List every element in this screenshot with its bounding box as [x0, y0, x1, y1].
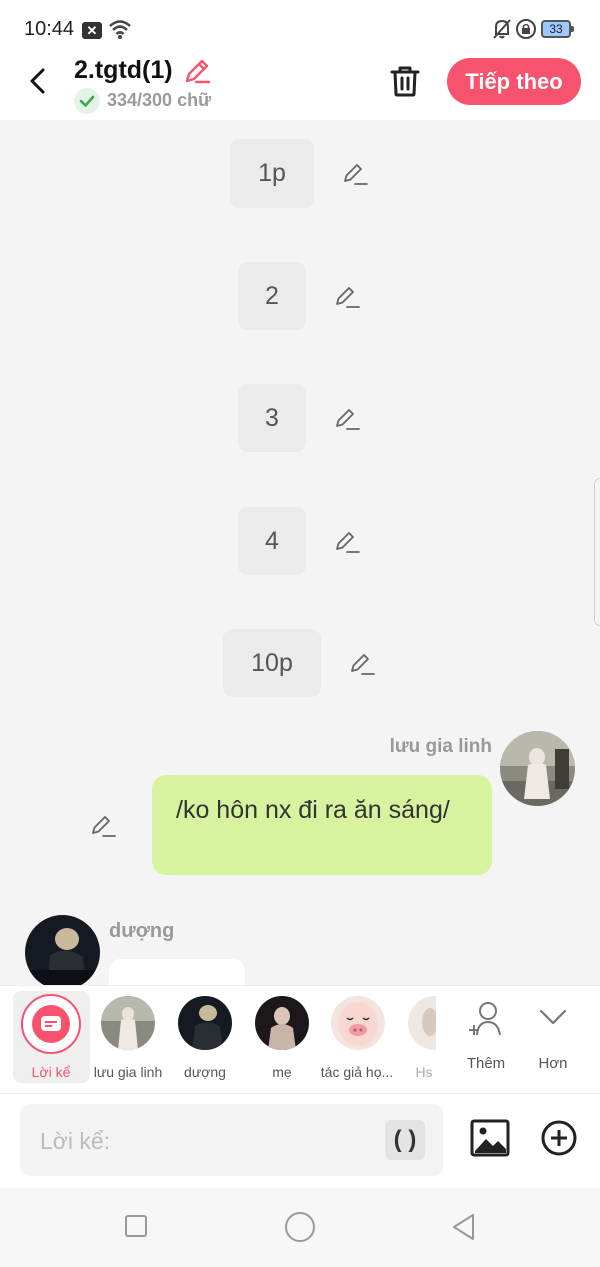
chevron-down-icon[interactable] [538, 1006, 568, 1028]
rotation-lock-icon [516, 19, 536, 39]
recents-square-icon[interactable] [125, 1215, 147, 1237]
character-label: mẹ [272, 1064, 292, 1080]
narration-bubble[interactable]: 10p [223, 629, 321, 697]
narrator-icon [32, 1005, 70, 1043]
mute-bell-icon [493, 19, 511, 39]
status-time: 10:44 [24, 18, 75, 40]
back-arrow-icon[interactable] [24, 64, 54, 98]
story-title: 2.tgtd(1) [74, 56, 173, 84]
battery-tip [571, 26, 574, 32]
home-circle-icon[interactable] [285, 1212, 315, 1242]
add-character-label[interactable]: Thêm [458, 1055, 514, 1072]
add-character-icon[interactable] [466, 1000, 508, 1042]
character-narrator[interactable] [21, 994, 81, 1054]
check-icon [74, 88, 100, 114]
character-label: tác giả họ... [320, 1064, 394, 1080]
sender-name: lưu gia linh [389, 736, 492, 757]
edit-pencil-icon[interactable] [334, 283, 360, 309]
edit-pencil-icon[interactable] [342, 160, 368, 186]
wifi-icon [109, 20, 131, 39]
edit-pencil-icon[interactable] [334, 528, 360, 554]
avatar[interactable] [25, 915, 100, 990]
more-label[interactable]: Hơn [526, 1055, 580, 1072]
character-label: lưu gia linh [93, 1064, 163, 1080]
avatar[interactable] [500, 731, 575, 806]
character-label: Hs [415, 1064, 433, 1080]
trash-icon[interactable] [386, 62, 424, 100]
narration-bubble[interactable]: 3 [238, 384, 306, 452]
narration-bubble[interactable]: 4 [238, 507, 306, 575]
edge-handle[interactable] [594, 478, 600, 626]
notification-x-icon: ✕ [82, 22, 102, 39]
character-label: Lời kể [31, 1064, 71, 1080]
edit-pencil-icon[interactable] [90, 812, 116, 838]
sender-name: dượng [109, 920, 175, 942]
battery-icon: 33 [541, 20, 571, 38]
character-label: dượng [184, 1064, 226, 1080]
edit-pencil-icon[interactable] [349, 650, 375, 676]
character-avatar[interactable] [331, 996, 385, 1050]
narration-input[interactable] [38, 1104, 372, 1178]
next-button[interactable]: Tiếp theo [447, 58, 581, 105]
character-avatar[interactable] [101, 996, 155, 1050]
message-bubble[interactable]: /ko hôn nx đi ra ăn sáng/ [152, 775, 492, 875]
add-circle-icon[interactable] [541, 1120, 577, 1156]
image-icon[interactable] [470, 1118, 510, 1158]
narration-bubble[interactable]: 2 [238, 262, 306, 330]
word-count: 334/300 chữ [107, 90, 212, 110]
back-triangle-icon[interactable] [450, 1212, 476, 1242]
edit-pencil-icon[interactable] [334, 405, 360, 431]
narration-bubble[interactable]: 1p [230, 139, 314, 208]
parentheses-button[interactable]: ( ) [385, 1120, 425, 1160]
character-avatar[interactable] [178, 996, 232, 1050]
edit-title-pencil-icon[interactable] [182, 56, 212, 86]
character-avatar[interactable] [255, 996, 309, 1050]
